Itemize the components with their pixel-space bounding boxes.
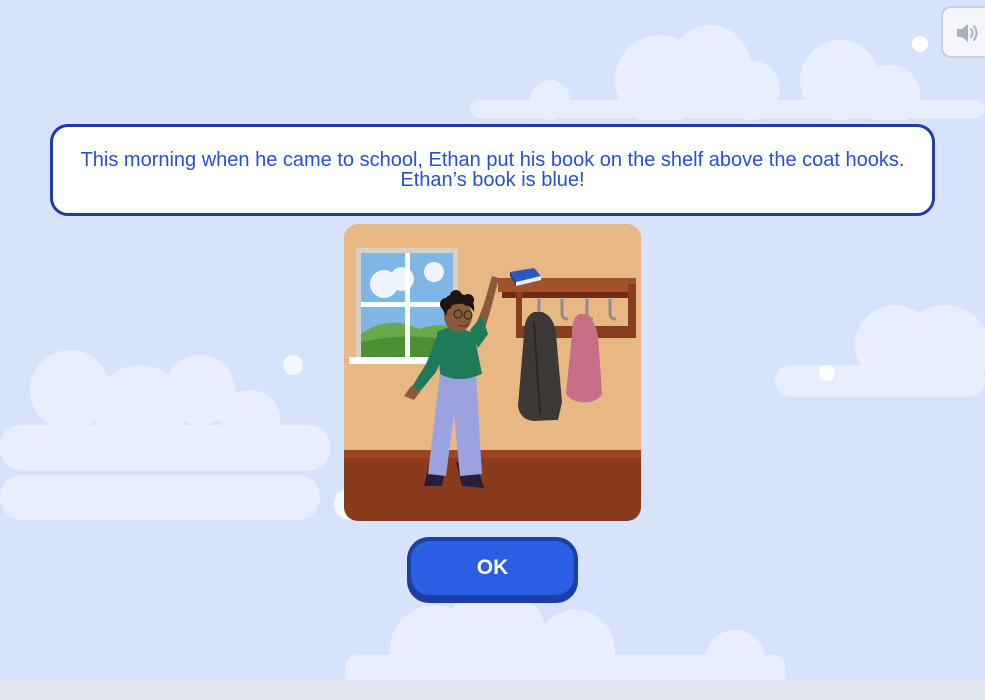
speaker-volume-icon xyxy=(957,24,978,42)
ok-button-label: OK xyxy=(411,541,574,595)
floor xyxy=(344,450,641,521)
bottom-bar xyxy=(0,680,985,700)
story-text-line-2: Ethan’s book is blue! xyxy=(400,169,585,191)
cloud-top-right xyxy=(470,25,985,120)
story-illustration xyxy=(344,224,641,521)
story-text-line-1: This morning when he came to school, Eth… xyxy=(80,149,905,171)
story-prompt-box: This morning when he came to school, Eth… xyxy=(50,124,935,216)
cloud-bottom xyxy=(345,590,785,685)
sound-toggle-button[interactable] xyxy=(941,6,985,58)
game-stage: This morning when he came to school, Eth… xyxy=(0,0,985,700)
cloud-left xyxy=(0,350,360,520)
ok-button[interactable]: OK xyxy=(407,537,578,603)
cloud-right xyxy=(775,305,985,397)
